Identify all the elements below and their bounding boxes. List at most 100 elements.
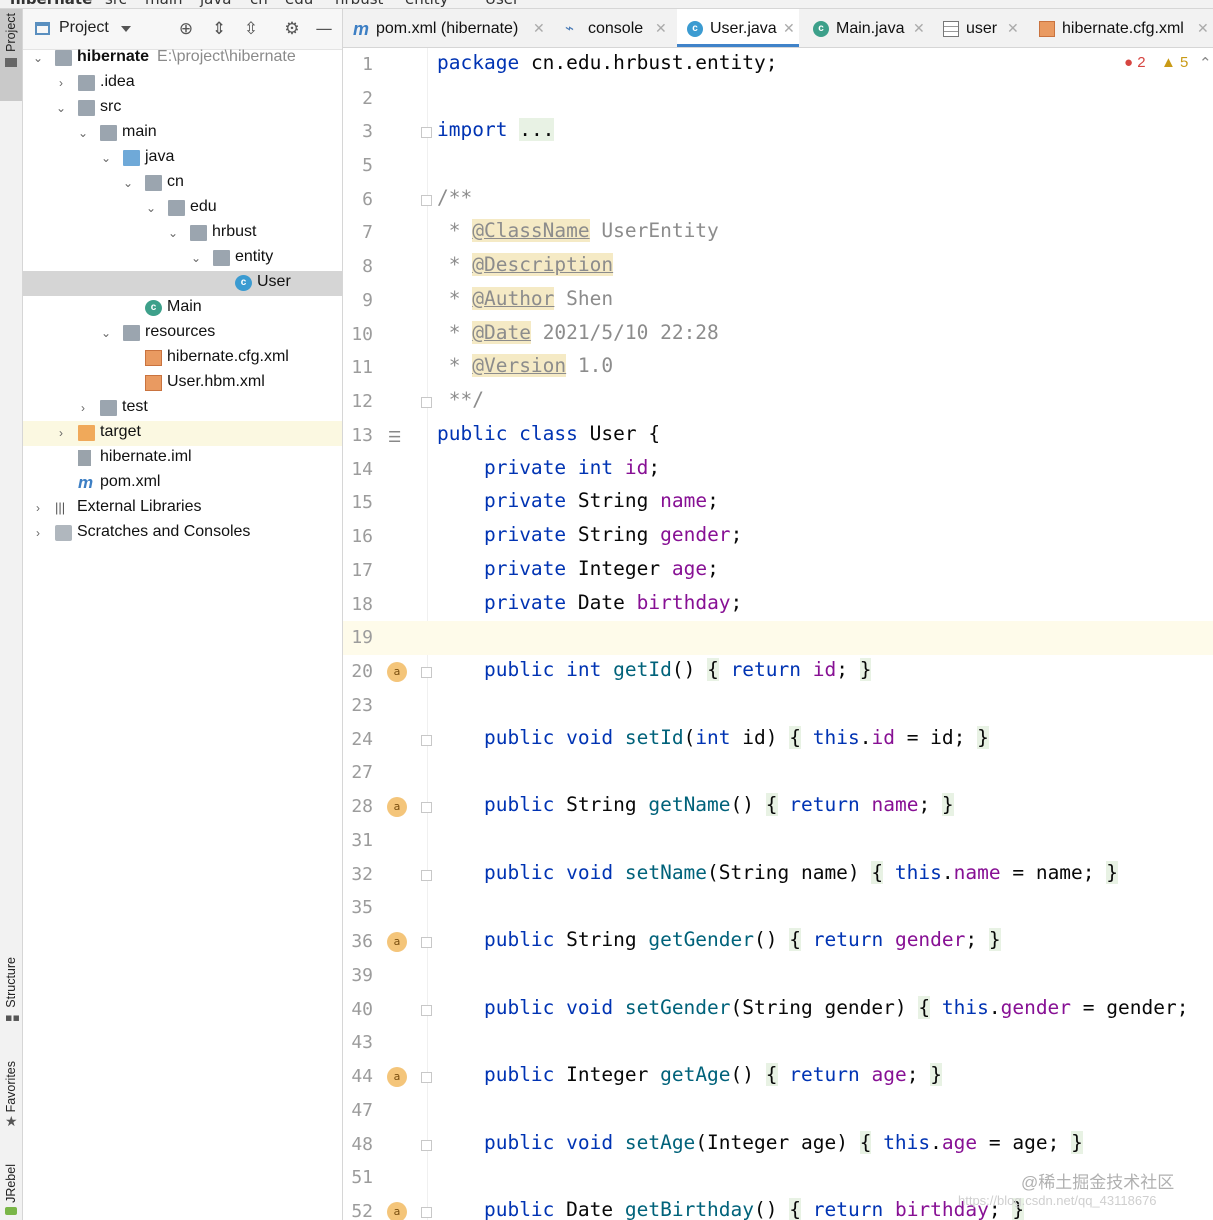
class-icon: c — [235, 275, 252, 291]
tree-item[interactable]: ⌄ hrbust — [23, 221, 342, 246]
fold-toggle-icon[interactable] — [421, 1072, 432, 1083]
tab-user-table[interactable]: user ✕ — [933, 9, 1025, 47]
chevron-right-icon[interactable]: › — [31, 496, 45, 521]
chevron-down-icon[interactable]: ⌄ — [121, 171, 135, 196]
chevron-down-icon[interactable]: ⌄ — [99, 321, 113, 346]
annotation-gutter-icon[interactable]: a — [387, 662, 407, 682]
project-tool-tab[interactable]: Project — [0, 9, 22, 101]
fold-toggle-icon[interactable] — [421, 667, 432, 678]
tree-item-selected[interactable]: c User — [23, 271, 342, 296]
tree-item[interactable]: ⌄ main — [23, 121, 342, 146]
chevron-down-icon[interactable]: ⌄ — [31, 46, 45, 71]
gear-icon[interactable]: ⚙ — [282, 19, 302, 39]
tab-pom-xml[interactable]: m pom.xml (hibernate) ✕ — [343, 9, 551, 47]
code-text: private Integer age; — [483, 557, 719, 580]
code-editor[interactable]: ● 2 ▲ 5 ⌃ 1 package cn.edu.hrbust.entity… — [343, 48, 1213, 1220]
close-icon[interactable]: ✕ — [533, 20, 545, 37]
jrebel-tool-tab[interactable]: JRebel — [0, 1164, 22, 1220]
chevron-down-icon[interactable]: ⌄ — [54, 96, 68, 121]
fold-toggle-icon[interactable] — [421, 870, 432, 881]
locate-file-icon[interactable]: ⊕ — [176, 19, 196, 39]
close-icon[interactable]: ✕ — [1197, 20, 1209, 37]
tree-item[interactable]: › ||| External Libraries — [23, 496, 342, 521]
breadcrumb-item[interactable]: entity — [405, 0, 449, 8]
fold-toggle-icon[interactable] — [421, 735, 432, 746]
chevron-down-icon[interactable]: ⌄ — [76, 121, 90, 146]
tree-item[interactable]: › target — [23, 421, 342, 446]
chevron-right-icon[interactable]: › — [31, 521, 45, 546]
tab-hibernate-cfg[interactable]: hibernate.cfg.xml ✕ — [1029, 9, 1213, 47]
annotation-gutter-icon[interactable]: a — [387, 797, 407, 817]
collapse-all-icon[interactable]: ⇳ — [241, 19, 261, 39]
breadcrumb-item[interactable]: main — [145, 0, 182, 8]
folded-region[interactable]: ... — [519, 118, 555, 141]
project-panel-header: Project ⊕ ⇕ ⇳ ⚙ — — [23, 9, 342, 50]
breadcrumb-item[interactable]: src — [105, 0, 127, 8]
chevron-down-icon[interactable]: ⌄ — [189, 246, 203, 271]
line-number: 48 — [351, 1134, 373, 1155]
code-line: 14 private int id; — [343, 453, 1213, 487]
fold-toggle-icon[interactable] — [421, 1207, 432, 1218]
database-icon[interactable]: ☰ — [388, 428, 406, 446]
tree-item[interactable]: hibernate.cfg.xml — [23, 346, 342, 371]
breadcrumb-item[interactable]: cn — [250, 0, 268, 8]
annotation-gutter-icon[interactable]: a — [387, 1202, 407, 1220]
fold-toggle-icon[interactable] — [421, 397, 432, 408]
tree-item[interactable]: ⌄ src — [23, 96, 342, 121]
chevron-down-icon[interactable] — [121, 26, 131, 32]
close-icon[interactable]: ✕ — [655, 20, 667, 37]
tab-console[interactable]: ⌁ console ✕ — [555, 9, 675, 47]
close-icon[interactable]: ✕ — [1007, 20, 1019, 37]
chevron-down-icon[interactable]: ⌄ — [166, 221, 180, 246]
hide-panel-icon[interactable]: — — [314, 19, 334, 39]
project-view-selector[interactable]: Project — [59, 19, 109, 37]
tree-item[interactable]: › test — [23, 396, 342, 421]
breadcrumb-item[interactable]: hibernate — [10, 0, 92, 8]
breadcrumb-item[interactable]: User — [485, 0, 519, 8]
code-line: 27 — [343, 756, 1213, 790]
close-icon[interactable]: ✕ — [783, 20, 795, 37]
structure-tool-tab[interactable]: Structure ▪▪ — [0, 957, 22, 1043]
fold-toggle-icon[interactable] — [421, 195, 432, 206]
close-icon[interactable]: ✕ — [913, 20, 925, 37]
fold-toggle-icon[interactable] — [421, 937, 432, 948]
annotation-gutter-icon[interactable]: a — [387, 1067, 407, 1087]
breadcrumb-item[interactable]: edu — [285, 0, 313, 8]
line-number: 23 — [351, 695, 373, 716]
tree-item[interactable]: ⌄ cn — [23, 171, 342, 196]
tree-item[interactable]: ⌄ resources — [23, 321, 342, 346]
package-icon — [168, 200, 185, 216]
fold-toggle-icon[interactable] — [421, 1005, 432, 1016]
favorites-tool-tab[interactable]: Favorites ★ — [0, 1061, 22, 1151]
folder-icon — [5, 57, 17, 67]
tree-item[interactable]: ⌄ java — [23, 146, 342, 171]
chevron-right-icon[interactable]: › — [54, 421, 68, 446]
tree-item[interactable]: User.hbm.xml — [23, 371, 342, 396]
tree-item[interactable]: › Scratches and Consoles — [23, 521, 342, 546]
chevron-right-icon[interactable]: › — [76, 396, 90, 421]
line-number: 40 — [351, 999, 373, 1020]
tree-item[interactable]: m pom.xml — [23, 471, 342, 496]
tree-item[interactable]: › .idea — [23, 71, 342, 96]
line-number: 9 — [362, 290, 373, 311]
fold-toggle-icon[interactable] — [421, 127, 432, 138]
chevron-right-icon[interactable]: › — [54, 71, 68, 96]
breadcrumb-item[interactable]: java — [200, 0, 231, 8]
tab-main-java[interactable]: c Main.java ✕ — [803, 9, 929, 47]
chevron-down-icon[interactable]: ⌄ — [99, 146, 113, 171]
tree-item[interactable]: hibernate.iml — [23, 446, 342, 471]
tree-item[interactable]: c Main — [23, 296, 342, 321]
fold-toggle-icon[interactable] — [421, 1140, 432, 1151]
chevron-down-icon[interactable]: ⌄ — [144, 196, 158, 221]
expand-all-icon[interactable]: ⇕ — [209, 19, 229, 39]
tab-user-java[interactable]: c User.java ✕ — [677, 9, 799, 47]
runnable-class-icon: c — [813, 21, 829, 37]
code-line: 31 — [343, 824, 1213, 858]
tree-item[interactable]: ⌄ edu — [23, 196, 342, 221]
annotation-gutter-icon[interactable]: a — [387, 932, 407, 952]
tree-item[interactable]: ⌄ entity — [23, 246, 342, 271]
fold-toggle-icon[interactable] — [421, 802, 432, 813]
breadcrumb-item[interactable]: hrbust — [335, 0, 383, 8]
tree-item-root[interactable]: ⌄ hibernate E:\project\hibernate — [23, 46, 342, 71]
line-number: 44 — [351, 1066, 373, 1087]
